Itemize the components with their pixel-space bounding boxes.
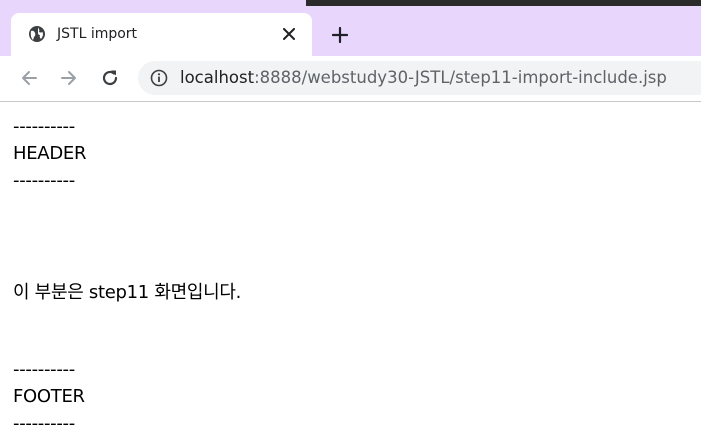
tab-jstl-import[interactable]: JSTL import — [11, 13, 312, 56]
info-icon[interactable] — [150, 69, 168, 87]
close-icon[interactable] — [279, 24, 299, 44]
footer-rule-bottom: ---------- — [13, 413, 75, 434]
arrow-right-icon — [61, 71, 76, 85]
reload-button[interactable] — [96, 64, 124, 92]
header-text: HEADER — [13, 143, 87, 164]
body-text: 이 부분은 step11 화면입니다. — [13, 282, 242, 303]
reload-icon — [102, 70, 118, 86]
back-button[interactable] — [15, 64, 43, 92]
footer-rule-top: ---------- — [13, 359, 75, 380]
header-rule-top: ---------- — [13, 116, 75, 137]
page-content: ---------- HEADER ---------- 이 부분은 step1… — [0, 102, 701, 446]
new-tab-button[interactable] — [326, 21, 354, 49]
address-bar[interactable]: localhost:8888/webstudy30-JSTL/step11-im… — [138, 61, 701, 95]
browser-toolbar: localhost:8888/webstudy30-JSTL/step11-im… — [0, 56, 701, 102]
globe-icon — [28, 25, 46, 43]
plus-icon — [332, 27, 348, 43]
forward-button[interactable] — [55, 64, 83, 92]
url-host: localhost — [180, 68, 255, 87]
arrow-left-icon — [22, 71, 37, 85]
tab-title: JSTL import — [57, 26, 138, 42]
footer-text: FOOTER — [13, 386, 85, 407]
url-path: :8888/webstudy30-JSTL/step11-import-incl… — [254, 68, 667, 87]
header-rule-bottom: ---------- — [13, 170, 75, 191]
background-editor-strip — [306, 0, 701, 6]
tab-strip: JSTL import — [0, 0, 701, 56]
browser-window: JSTL import localhost:8888/webstudy30-JS… — [0, 0, 701, 446]
url-text[interactable]: localhost:8888/webstudy30-JSTL/step11-im… — [180, 68, 667, 88]
